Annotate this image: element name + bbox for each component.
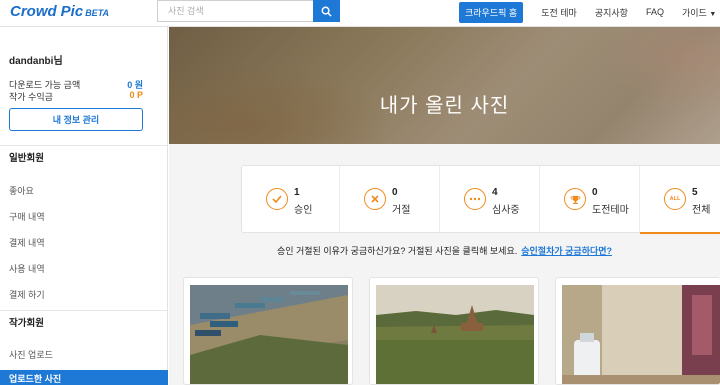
- menu-uploaded-photos[interactable]: 업로드한 사진: [0, 370, 168, 385]
- menu-likes[interactable]: 좋아요: [9, 184, 34, 197]
- status-label: 전체: [692, 205, 711, 216]
- status-label: 도전테마: [592, 205, 629, 216]
- dots-icon: [464, 188, 486, 210]
- earnings-label: 작가 수익금: [9, 92, 53, 102]
- earnings-value: 0 P: [129, 90, 143, 100]
- status-approved[interactable]: 1 승인: [242, 166, 340, 233]
- beta-badge: BETA: [85, 8, 110, 18]
- nav-notice[interactable]: 공지사항: [595, 6, 628, 19]
- nav-guide[interactable]: 가이드 ▼: [682, 6, 716, 19]
- menu-make-payment[interactable]: 결제 하기: [9, 288, 45, 301]
- earnings-row: 작가 수익금 0 P: [9, 90, 143, 103]
- menu-purchase-history[interactable]: 구매 내역: [9, 210, 45, 223]
- x-icon: [364, 188, 386, 210]
- crowdpic-logo[interactable]: Crowd Pic BETA: [10, 3, 109, 23]
- sidebar: dandanbi님 다운로드 가능 금액 0 원 작가 수익금 0 P 내 정보…: [0, 27, 168, 385]
- menu-usage-history[interactable]: 사용 내역: [9, 262, 45, 275]
- photo-card[interactable]: [369, 277, 539, 385]
- photo-card[interactable]: [555, 277, 720, 385]
- menu-photo-upload[interactable]: 사진 업로드: [9, 348, 53, 361]
- general-member-section: 일반회원: [0, 145, 168, 171]
- photo-thumbnail: [190, 285, 348, 384]
- rejection-notice: 승인 거절된 이유가 궁금하신가요? 거절된 사진을 클릭해 보세요. 승인절차가…: [169, 244, 720, 257]
- search-box: [157, 0, 340, 22]
- nav-faq[interactable]: FAQ: [646, 7, 664, 17]
- main-nav: 크라우드픽 홈 도전 테마 공지사항 FAQ 가이드 ▼: [459, 1, 716, 23]
- check-icon: [266, 188, 288, 210]
- my-info-button[interactable]: 내 정보 관리: [9, 108, 143, 131]
- status-rejected[interactable]: 0 거절: [340, 166, 440, 233]
- photo-thumbnail: [562, 285, 720, 384]
- status-all[interactable]: ALL 5 전체: [640, 166, 720, 234]
- status-label: 심사중: [492, 205, 520, 216]
- author-member-section: 작가회원: [0, 310, 168, 336]
- nav-crowdpick-home[interactable]: 크라우드픽 홈: [459, 1, 524, 23]
- nav-guide-label: 가이드: [681, 7, 707, 18]
- all-icon: ALL: [664, 188, 686, 210]
- trophy-icon: [564, 188, 586, 210]
- menu-payment-history[interactable]: 결제 내역: [9, 236, 45, 249]
- status-count: 5: [692, 187, 698, 198]
- chevron-down-icon: ▼: [709, 10, 717, 18]
- status-challenge-theme[interactable]: 0 도전테마: [540, 166, 640, 233]
- approval-process-link[interactable]: 승인절차가 궁금하다면?: [521, 246, 612, 256]
- search-button[interactable]: [313, 0, 340, 22]
- status-label: 거절: [392, 205, 411, 216]
- logo-word-crowd: Crowd: [10, 3, 57, 20]
- status-reviewing[interactable]: 4 심사중: [440, 166, 540, 233]
- status-count: 0: [592, 187, 598, 198]
- top-navigation-bar: Crowd Pic BETA 크라우드픽 홈 도전 테마 공지사항 FAQ 가이…: [0, 0, 720, 27]
- status-label: 승인: [294, 205, 313, 216]
- photo-thumbnail: [376, 285, 534, 384]
- status-summary: 1 승인 0 거절 4 심사중 0 도전테마 ALL 5 전체: [241, 165, 720, 234]
- photo-card[interactable]: [183, 277, 353, 385]
- hero-banner: 내가 올린 사진: [169, 27, 720, 144]
- search-input[interactable]: [158, 1, 308, 21]
- nav-challenge-theme[interactable]: 도전 테마: [541, 6, 577, 19]
- page-title: 내가 올린 사진: [379, 95, 510, 117]
- username: dandanbi님: [9, 56, 63, 67]
- search-icon: [321, 6, 332, 17]
- status-count: 4: [492, 187, 498, 198]
- rejection-notice-text: 승인 거절된 이유가 궁금하신가요? 거절된 사진을 클릭해 보세요.: [276, 246, 518, 256]
- status-count: 0: [392, 187, 398, 198]
- logo-word-pic: Pic: [60, 3, 84, 20]
- status-count: 1: [294, 187, 300, 198]
